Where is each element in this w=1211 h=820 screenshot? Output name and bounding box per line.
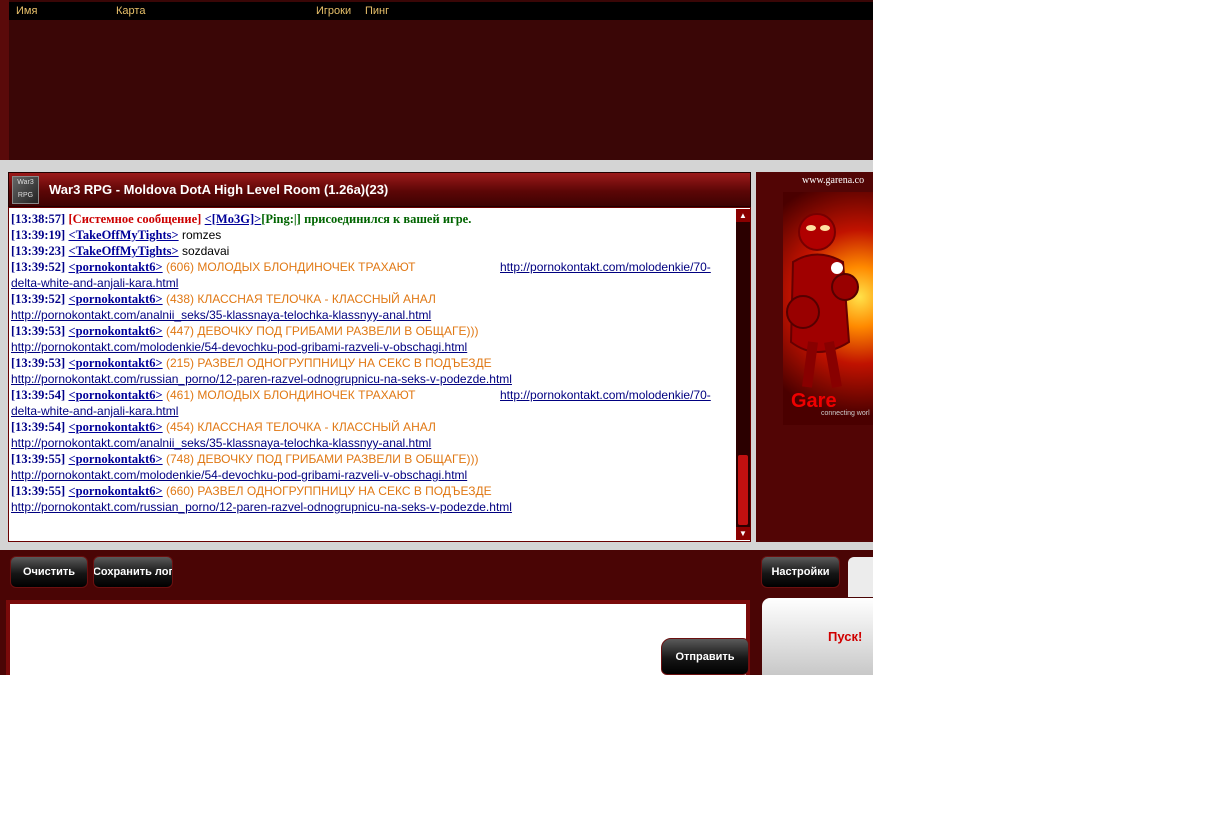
chat-line: [13:38:57] [Системное сообщение] <[Mo3G]… [11,211,735,227]
save-log-button[interactable]: Сохранить лог [93,556,173,588]
chat-line: [13:39:52] <pornokontakt6> (438) КЛАССНА… [11,291,735,307]
system-message-tag: [Системное сообщение] [68,212,202,226]
start-button[interactable]: Пуск! [828,629,862,644]
chat-timestamp: [13:39:52] [11,260,66,274]
clear-button[interactable]: Очистить [10,556,88,588]
chat-timestamp: [13:39:53] [11,356,66,370]
chat-message: (606) МОЛОДЫХ БЛОНДИНОЧЕК ТРАХАЮТ [165,260,416,274]
chat-line-continuation: delta-white-and-anjali-kara.html [11,403,735,419]
chat-message: (461) МОЛОДЫХ БЛОНДИНОЧЕК ТРАХАЮТ [165,388,416,402]
chat-username[interactable]: <pornokontakt6> [69,292,163,306]
game-list-header: Имя Карта Игроки Пинг [9,2,873,20]
right-tab-edge [848,557,873,597]
chat-line-continuation: http://pornokontakt.com/analnii_seks/35-… [11,435,735,451]
chat-username[interactable]: <pornokontakt6> [69,484,163,498]
chat-message: (215) РАЗВЕЛ ОДНОГРУППНИЦУ НА СЕКС В ПОД… [165,356,492,370]
chat-link[interactable]: delta-white-and-anjali-kara.html [11,404,178,418]
chat-username[interactable]: <TakeOffMyTights> [69,228,179,242]
ping-indicator: [Ping:|] [261,212,301,226]
chat-link[interactable]: http://pornokontakt.com/molodenkie/70- [500,259,711,275]
chat-line-continuation: http://pornokontakt.com/russian_porno/12… [11,499,735,515]
column-players[interactable]: Игроки [316,5,351,17]
chat-message: (660) РАЗВЕЛ ОДНОГРУППНИЦУ НА СЕКС В ПОД… [165,484,492,498]
column-ping[interactable]: Пинг [365,5,389,17]
chat-line-continuation: http://pornokontakt.com/molodenkie/54-de… [11,339,735,355]
chat-timestamp: [13:39:54] [11,388,66,402]
game-list-left-strip [0,0,9,160]
chat-timestamp: [13:39:19] [11,228,66,242]
chat-line: [13:39:19] <TakeOffMyTights> romzes [11,227,735,243]
chat-timestamp: [13:39:53] [11,324,66,338]
chat-message: (748) ДЕВОЧКУ ПОД ГРИБАМИ РАЗВЕЛИ В ОБЩА… [165,452,479,466]
chat-line: [13:39:55] <pornokontakt6> (660) РАЗВЕЛ … [11,483,735,499]
room-icon-bottom-text: RPG [17,192,34,199]
room-title: War3 RPG - Moldova DotA High Level Room … [49,182,389,197]
warcraft-room-icon: War3 RPG [12,176,39,204]
room-icon-top-text: War3 [17,179,34,186]
scroll-down-arrow-icon[interactable]: ▼ [736,527,750,540]
chat-message: romzes [181,228,222,242]
scroll-up-arrow-icon[interactable]: ▲ [736,209,750,222]
chat-username[interactable]: <pornokontakt6> [69,452,163,466]
chat-message: (447) ДЕВОЧКУ ПОД ГРИБАМИ РАЗВЕЛИ В ОБЩА… [165,324,479,338]
chat-line-continuation: delta-white-and-anjali-kara.html [11,275,735,291]
chat-username[interactable]: <pornokontakt6> [69,420,163,434]
chat-timestamp: [13:39:54] [11,420,66,434]
scrollbar-thumb[interactable] [738,455,748,525]
chat-message: sozdavai [181,244,230,258]
chat-timestamp: [13:39:52] [11,292,66,306]
chat-line: [13:39:54] <pornokontakt6> (454) КЛАССНА… [11,419,735,435]
chat-username[interactable]: <TakeOffMyTights> [69,244,179,258]
chat-username[interactable]: <pornokontakt6> [69,324,163,338]
start-panel[interactable]: Пуск! [762,598,873,675]
chat-username[interactable]: <pornokontakt6> [69,388,163,402]
send-button[interactable]: Отправить [661,638,749,675]
chat-log: [13:38:57] [Системное сообщение] <[Mo3G]… [8,207,751,542]
chat-lines: [13:38:57] [Системное сообщение] <[Mo3G]… [11,211,735,515]
chat-line-continuation: http://pornokontakt.com/russian_porno/12… [11,371,735,387]
column-map[interactable]: Карта [116,5,145,17]
chat-link[interactable]: http://pornokontakt.com/analnii_seks/35-… [11,308,431,322]
chat-line: [13:39:53] <pornokontakt6> (447) ДЕВОЧКУ… [11,323,735,339]
chat-line: [13:39:55] <pornokontakt6> (748) ДЕВОЧКУ… [11,451,735,467]
chat-link[interactable]: http://pornokontakt.com/analnii_seks/35-… [11,436,431,450]
game-list-panel: Имя Карта Игроки Пинг [0,0,873,160]
ad-tagline: connecting worl [821,410,870,417]
chat-timestamp: [13:38:57] [11,212,66,226]
chat-timestamp: [13:39:55] [11,484,66,498]
chat-link[interactable]: delta-white-and-anjali-kara.html [11,276,178,290]
chat-message: присоединился к вашей игре. [304,212,472,226]
chat-timestamp: [13:39:55] [11,452,66,466]
chat-line: [13:39:23] <TakeOffMyTights> sozdavai [11,243,735,259]
chat-line-continuation: http://pornokontakt.com/analnii_seks/35-… [11,307,735,323]
chat-line: [13:39:53] <pornokontakt6> (215) РАЗВЕЛ … [11,355,735,371]
chat-link[interactable]: http://pornokontakt.com/molodenkie/54-de… [11,468,467,482]
chat-line: [13:39:54] <pornokontakt6> (461) МОЛОДЫХ… [11,387,735,403]
ad-url: www.garena.co [802,175,865,186]
chat-input[interactable] [10,604,746,675]
chat-timestamp: [13:39:23] [11,244,66,258]
chat-username[interactable]: <pornokontakt6> [69,260,163,274]
column-name[interactable]: Имя [16,5,37,17]
chat-line-continuation: http://pornokontakt.com/molodenkie/54-de… [11,467,735,483]
settings-button[interactable]: Настройки [761,556,840,588]
chat-scrollbar[interactable]: ▲ ▼ [736,209,750,540]
chat-line: [13:39:52] <pornokontakt6> (606) МОЛОДЫХ… [11,259,735,275]
chat-username[interactable]: <[Mo3G]> [205,212,262,226]
chat-link[interactable]: http://pornokontakt.com/russian_porno/12… [11,500,512,514]
chat-link[interactable]: http://pornokontakt.com/russian_porno/12… [11,372,512,386]
chat-username[interactable]: <pornokontakt6> [69,356,163,370]
chat-link[interactable]: http://pornokontakt.com/molodenkie/70- [500,387,711,403]
garena-ad-banner[interactable]: Gare connecting worl [783,192,873,425]
garena-client-window: Имя Карта Игроки Пинг War3 RPG War3 RPG … [0,0,873,675]
chat-message: (438) КЛАССНАЯ ТЕЛОЧКА - КЛАССНЫЙ АНАЛ [165,292,436,306]
chat-message: (454) КЛАССНАЯ ТЕЛОЧКА - КЛАССНЫЙ АНАЛ [165,420,436,434]
ad-panel: www.garena.co Gare connecting worl [756,172,873,542]
chat-link[interactable]: http://pornokontakt.com/molodenkie/54-de… [11,340,467,354]
room-header: War3 RPG War3 RPG - Moldova DotA High Le… [8,172,751,207]
